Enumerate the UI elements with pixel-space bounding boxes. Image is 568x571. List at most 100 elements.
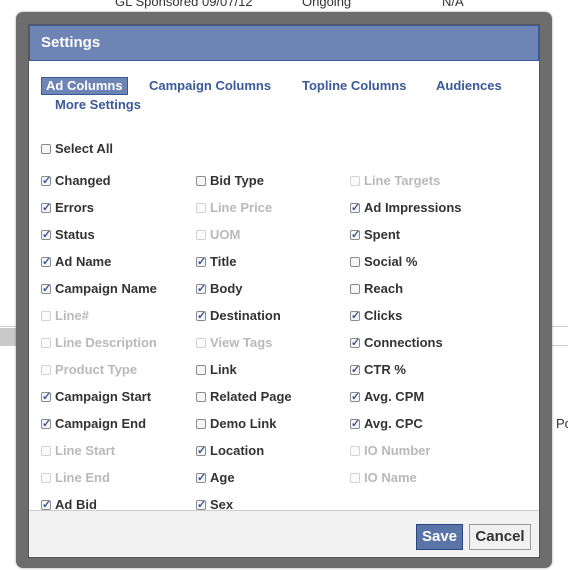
checkbox-box — [41, 311, 51, 321]
checkbox-label: Location — [210, 443, 265, 458]
checkbox-line-targets: Line Targets — [350, 173, 440, 189]
checkbox-box[interactable] — [41, 389, 51, 405]
tab-more-settings[interactable]: More Settings — [55, 97, 141, 112]
checkbox-box[interactable] — [350, 389, 360, 405]
checkbox-box[interactable] — [196, 308, 206, 324]
checkbox-box[interactable] — [350, 257, 360, 267]
checkbox-box[interactable] — [196, 470, 206, 486]
checkbox-label: Connections — [364, 335, 443, 350]
checkbox-label: Line Description — [55, 335, 157, 350]
background-row-status: Ongoing — [302, 0, 352, 9]
checkbox-ctr[interactable]: CTR % — [350, 362, 406, 378]
checkbox-box — [41, 338, 51, 348]
checkbox-label: Social % — [364, 254, 418, 269]
checkbox-box[interactable] — [350, 200, 360, 216]
checkbox-link[interactable]: Link — [196, 362, 237, 378]
checkbox-box[interactable] — [41, 254, 51, 270]
tab-ad-columns[interactable]: Ad Columns — [41, 77, 128, 95]
checkbox-box[interactable] — [41, 227, 51, 243]
checkbox-label: Link — [210, 362, 237, 377]
checkbox-box[interactable] — [196, 392, 206, 402]
checkbox-spent[interactable]: Spent — [350, 227, 400, 243]
checkbox-label: Line End — [55, 470, 110, 485]
checkbox-box[interactable] — [196, 365, 206, 375]
checkbox-campaign-start[interactable]: Campaign Start — [41, 389, 151, 405]
checkbox-box — [41, 365, 51, 375]
checkbox-label: IO Name — [364, 470, 417, 485]
checkbox-status[interactable]: Status — [41, 227, 95, 243]
checkbox-demo-link[interactable]: Demo Link — [196, 416, 276, 432]
checkbox-label: Destination — [210, 308, 281, 323]
checkbox-label: Body — [210, 281, 243, 296]
checkbox-related-page[interactable]: Related Page — [196, 389, 292, 405]
checkbox-box — [196, 338, 206, 348]
checkbox-box — [350, 446, 360, 456]
select-all-checkbox[interactable]: Select All — [41, 141, 113, 157]
save-button[interactable]: Save — [416, 524, 463, 550]
checkbox-box[interactable] — [196, 176, 206, 186]
tab-topline-columns[interactable]: Topline Columns — [302, 78, 406, 93]
checkbox-bid-type[interactable]: Bid Type — [196, 173, 264, 189]
checkbox-box[interactable] — [350, 284, 360, 294]
checkbox-box — [350, 176, 360, 186]
background-text: Po — [556, 416, 568, 431]
background-row-text: GL Sponsored 09/07/12 — [115, 0, 253, 9]
checkbox-connections[interactable]: Connections — [350, 335, 443, 351]
checkbox-clicks[interactable]: Clicks — [350, 308, 402, 324]
checkbox-box[interactable] — [350, 335, 360, 351]
checkbox-box[interactable] — [41, 200, 51, 216]
checkbox-avg-cpc[interactable]: Avg. CPC — [350, 416, 423, 432]
checkbox-label: CTR % — [364, 362, 406, 377]
background-row-value: N/A — [442, 0, 464, 9]
cancel-button[interactable]: Cancel — [469, 524, 531, 550]
dialog-footer: Save Cancel — [29, 510, 539, 557]
checkbox-product-type: Product Type — [41, 362, 137, 378]
checkbox-line-description: Line Description — [41, 335, 157, 351]
checkbox-label: View Tags — [210, 335, 273, 350]
checkbox-box[interactable] — [41, 281, 51, 297]
checkbox-destination[interactable]: Destination — [196, 308, 281, 324]
checkbox-box[interactable] — [41, 497, 51, 513]
checkbox-campaign-name[interactable]: Campaign Name — [41, 281, 157, 297]
checkbox-box[interactable] — [350, 416, 360, 432]
checkbox-social[interactable]: Social % — [350, 254, 417, 270]
checkbox-label: Campaign End — [55, 416, 147, 431]
checkbox-box[interactable] — [196, 281, 206, 297]
checkbox-label: IO Number — [364, 443, 431, 458]
checkbox-campaign-end[interactable]: Campaign End — [41, 416, 146, 432]
checkbox-box[interactable] — [350, 308, 360, 324]
checkbox-title[interactable]: Title — [196, 254, 237, 270]
checkbox-box[interactable] — [41, 144, 51, 154]
settings-dialog: Settings Ad Columns Campaign Columns Top… — [16, 12, 552, 568]
checkbox-box[interactable] — [350, 227, 360, 243]
select-all-label: Select All — [55, 141, 114, 156]
checkbox-box[interactable] — [41, 416, 51, 432]
checkbox-label: Title — [210, 254, 237, 269]
checkbox-box[interactable] — [196, 254, 206, 270]
checkbox-view-tags: View Tags — [196, 335, 272, 351]
background-header-cell — [0, 328, 16, 346]
checkbox-reach[interactable]: Reach — [350, 281, 403, 297]
checkbox-io-number: IO Number — [350, 443, 430, 459]
checkbox-box[interactable] — [196, 419, 206, 429]
checkbox-age[interactable]: Age — [196, 470, 235, 486]
checkbox-body[interactable]: Body — [196, 281, 243, 297]
tab-audiences[interactable]: Audiences — [436, 78, 502, 93]
checkbox-box — [196, 230, 206, 240]
tab-campaign-columns[interactable]: Campaign Columns — [149, 78, 271, 93]
checkbox-ad-name[interactable]: Ad Name — [41, 254, 111, 270]
checkbox-uom: UOM — [196, 227, 240, 243]
checkbox-label: Clicks — [364, 308, 403, 323]
checkbox-ad-impressions[interactable]: Ad Impressions — [350, 200, 462, 216]
checkbox-box[interactable] — [41, 173, 51, 189]
checkbox-box[interactable] — [350, 362, 360, 378]
checkbox-box[interactable] — [196, 443, 206, 459]
checkbox-line-end: Line End — [41, 470, 110, 486]
checkbox-errors[interactable]: Errors — [41, 200, 94, 216]
checkbox-location[interactable]: Location — [196, 443, 264, 459]
checkbox-box[interactable] — [196, 497, 206, 513]
settings-dialog-body: Settings Ad Columns Campaign Columns Top… — [28, 24, 540, 558]
checkbox-avg-cpm[interactable]: Avg. CPM — [350, 389, 424, 405]
checkbox-changed[interactable]: Changed — [41, 173, 111, 189]
checkbox-label: Spent — [364, 227, 401, 242]
